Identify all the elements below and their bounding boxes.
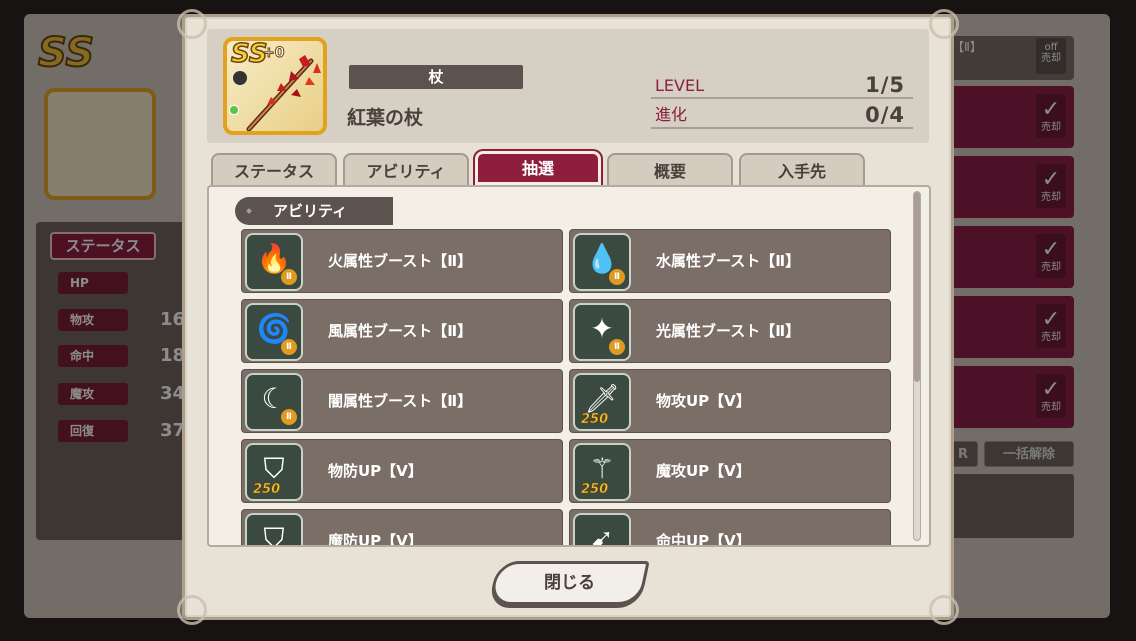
scrollbar-thumb[interactable] — [914, 192, 920, 382]
status-dot-icon — [229, 105, 239, 115]
evolution-row: 進化 0/4 — [651, 101, 913, 129]
dark-moon-icon: ☾ Ⅱ — [245, 373, 303, 431]
section-title: アビリティ — [235, 197, 393, 225]
corner-ornament — [177, 595, 207, 625]
evolution-label: 進化 — [655, 105, 688, 124]
ability-name: 魔防UP【Ⅴ】 — [328, 532, 423, 547]
level-value: 1/5 — [865, 73, 905, 97]
ability-item[interactable]: ⛉ 魔防UP【Ⅴ】 — [241, 509, 563, 547]
ability-name: 水属性ブースト【Ⅱ】 — [656, 252, 801, 270]
corner-ornament — [929, 9, 959, 39]
tab-status[interactable]: ステータス — [211, 153, 337, 189]
scrollbar[interactable] — [913, 191, 921, 541]
ability-item[interactable]: ➹ 命中UP【Ⅴ】 — [569, 509, 891, 547]
fire-icon: 🔥 Ⅱ — [245, 233, 303, 291]
ability-name: 闇属性ブースト【Ⅱ】 — [328, 392, 473, 410]
corner-ornament — [929, 595, 959, 625]
plus-value: +0 — [262, 45, 285, 62]
accuracy-icon: ➹ — [573, 513, 631, 545]
lottery-content[interactable]: アビリティ 🔥 Ⅱ 火属性ブースト【Ⅱ】 💧 Ⅱ 水属性ブースト【Ⅱ】 🌀 Ⅱ 風属性… — [207, 185, 931, 547]
ability-name: 物攻UP【Ⅴ】 — [656, 392, 751, 410]
ability-name: 命中UP【Ⅴ】 — [656, 532, 751, 547]
ability-name: 魔攻UP【Ⅴ】 — [656, 462, 751, 480]
ability-item[interactable]: ✦ Ⅱ 光属性ブースト【Ⅱ】 — [569, 299, 891, 363]
level-row: LEVEL 1/5 — [651, 71, 913, 99]
sword-icon: 🗡 250 — [573, 373, 631, 431]
item-name: 紅葉の杖 — [347, 107, 424, 129]
key-icon — [233, 71, 247, 85]
ability-item[interactable]: 🌀 Ⅱ 風属性ブースト【Ⅱ】 — [241, 299, 563, 363]
item-detail-modal: SS +0 杖 紅葉の杖 LEVEL 1/5 進化 0/4 ステータス アビリテ… — [177, 9, 959, 625]
tab-obtain[interactable]: 入手先 — [739, 153, 865, 189]
light-icon: ✦ Ⅱ — [573, 303, 631, 361]
level-label: LEVEL — [655, 76, 704, 95]
ability-item[interactable]: 💧 Ⅱ 水属性ブースト【Ⅱ】 — [569, 229, 891, 293]
item-icon: SS +0 — [223, 37, 327, 135]
ability-item[interactable]: 🔥 Ⅱ 火属性ブースト【Ⅱ】 — [241, 229, 563, 293]
ability-name: 火属性ブースト【Ⅱ】 — [328, 252, 473, 270]
item-type-badge: 杖 — [349, 65, 523, 89]
corner-ornament — [177, 9, 207, 39]
tab-overview[interactable]: 概要 — [607, 153, 733, 189]
shield-sword-icon: ⛉ 250 — [245, 443, 303, 501]
ability-name: 風属性ブースト【Ⅱ】 — [328, 322, 473, 340]
close-button[interactable]: 閉じる — [488, 561, 650, 605]
ability-item[interactable]: ⚚ 250 魔攻UP【Ⅴ】 — [569, 439, 891, 503]
wind-icon: 🌀 Ⅱ — [245, 303, 303, 361]
evolution-value: 0/4 — [865, 103, 905, 127]
ability-name: 光属性ブースト【Ⅱ】 — [656, 322, 801, 340]
ability-item[interactable]: 🗡 250 物攻UP【Ⅴ】 — [569, 369, 891, 433]
magic-staff-icon: ⚚ 250 — [573, 443, 631, 501]
tab-ability[interactable]: アビリティ — [343, 153, 469, 189]
ability-item[interactable]: ⛉ 250 物防UP【Ⅴ】 — [241, 439, 563, 503]
water-drop-icon: 💧 Ⅱ — [573, 233, 631, 291]
ability-item[interactable]: ☾ Ⅱ 闇属性ブースト【Ⅱ】 — [241, 369, 563, 433]
tab-lottery[interactable]: 抽選 — [475, 151, 601, 185]
magic-shield-icon: ⛉ — [245, 513, 303, 545]
ability-name: 物防UP【Ⅴ】 — [328, 462, 423, 480]
